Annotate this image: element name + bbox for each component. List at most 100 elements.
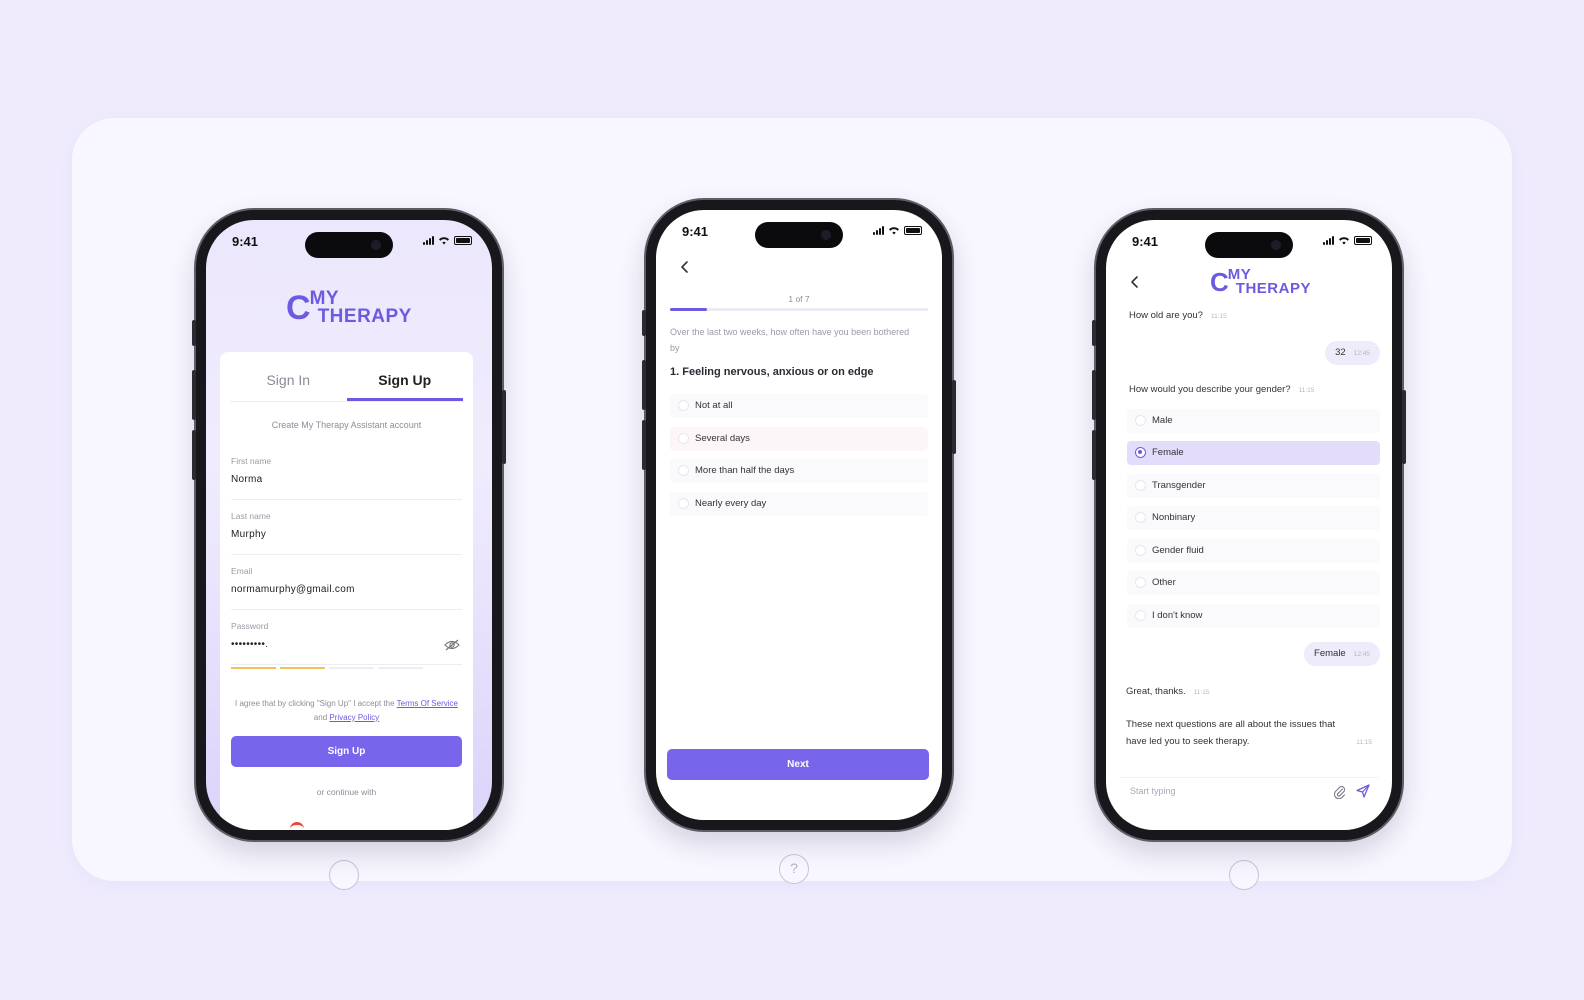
auth-tabs: Sign In Sign Up	[230, 360, 463, 402]
phone-questionnaire: 9:41 1 of 7 Over the last two weeks, how…	[642, 200, 956, 830]
radio-button[interactable]	[1135, 545, 1146, 556]
gender-option[interactable]: Male	[1127, 409, 1380, 433]
google-icon[interactable]	[290, 822, 304, 830]
last-name-value[interactable]: Murphy	[231, 529, 462, 540]
wifi-icon	[1339, 237, 1349, 245]
message-time: 11:15	[1356, 738, 1372, 746]
back-icon[interactable]	[678, 260, 692, 274]
wifi-icon	[439, 237, 449, 245]
first-name-value[interactable]: Norma	[231, 474, 462, 485]
gender-label: Gender fluid	[1152, 545, 1204, 556]
logo-mark: C	[286, 289, 311, 328]
gender-label: Female	[1152, 447, 1184, 458]
strength-segment-1	[231, 667, 276, 669]
send-icon[interactable]	[1356, 784, 1370, 798]
radio-button[interactable]	[1135, 415, 1146, 426]
progress-fill	[670, 308, 707, 311]
tab-sign-up[interactable]: Sign Up	[346, 360, 463, 401]
radio-button-selected[interactable]	[1135, 447, 1146, 458]
signal-icon	[1323, 236, 1334, 245]
bot-message-text: How would you describe your gender?	[1129, 384, 1291, 395]
gender-option[interactable]: Nonbinary	[1127, 506, 1380, 530]
radio-button[interactable]	[678, 433, 689, 444]
wifi-icon	[889, 227, 899, 235]
signup-form: Sign In Sign Up Create My Therapy Assist…	[220, 352, 473, 830]
question-title: 1. Feeling nervous, anxious or on edge	[670, 366, 874, 378]
eye-off-icon[interactable]	[444, 639, 460, 651]
battery-icon	[1354, 236, 1372, 245]
gender-label: Male	[1152, 415, 1173, 426]
answer-option[interactable]: More than half the days	[670, 459, 928, 483]
bot-message: These next questions are all about the i…	[1126, 717, 1372, 750]
terms-of-service-link[interactable]: Terms Of Service	[397, 699, 458, 708]
back-icon[interactable]	[1128, 275, 1142, 289]
bot-message: Great, thanks. 11:15	[1126, 686, 1209, 697]
privacy-policy-link[interactable]: Privacy Policy	[329, 713, 379, 722]
answer-option[interactable]: Several days	[670, 427, 928, 451]
dynamic-island	[1205, 232, 1293, 258]
phone-signup: 9:41 C MY THERAPY Sign In Sign Up Create…	[192, 210, 506, 840]
radio-button[interactable]	[1135, 480, 1146, 491]
progress-label: 1 of 7	[788, 294, 810, 304]
sign-up-button[interactable]: Sign Up	[231, 736, 462, 767]
user-message-text: 32	[1335, 347, 1346, 358]
gender-option[interactable]: Transgender	[1127, 474, 1380, 498]
gender-option[interactable]: Gender fluid	[1127, 539, 1380, 563]
radio-button[interactable]	[678, 400, 689, 411]
dynamic-island	[305, 232, 393, 258]
message-time: 12:45	[1353, 350, 1370, 357]
terms-and: and	[313, 712, 328, 722]
password-value[interactable]: •••••••••.	[231, 639, 462, 650]
tab-sign-in[interactable]: Sign In	[230, 360, 347, 401]
attachment-icon[interactable]	[1333, 784, 1346, 799]
or-continue-with: or continue with	[316, 787, 377, 797]
email-value[interactable]: normamurphy@gmail.com	[231, 584, 462, 595]
message-time: 11:15	[1193, 689, 1210, 696]
progress-bar	[670, 308, 928, 311]
battery-icon	[454, 236, 472, 245]
help-icon: ?	[779, 854, 809, 884]
answer-option[interactable]: Nearly every day	[670, 492, 928, 516]
bot-message-text: These next questions are all about the i…	[1126, 719, 1336, 747]
message-input[interactable]: Start typing	[1130, 786, 1176, 796]
password-field[interactable]: Password •••••••••.	[231, 621, 462, 665]
radio-button[interactable]	[1135, 512, 1146, 523]
app-logo: C MY THERAPY	[286, 289, 412, 328]
gender-label: Transgender	[1152, 480, 1206, 491]
bot-message-text: Great, thanks.	[1126, 686, 1186, 697]
gender-option[interactable]: I don't know	[1127, 604, 1380, 628]
email-field[interactable]: Email normamurphy@gmail.com	[231, 566, 462, 610]
first-name-field[interactable]: First name Norma	[231, 456, 462, 500]
message-time: 12:45	[1353, 651, 1370, 658]
dynamic-island	[755, 222, 843, 248]
user-message-text: Female	[1314, 648, 1346, 659]
gender-option[interactable]: Other	[1127, 571, 1380, 595]
terms-text: I agree that by clicking "Sign Up" I acc…	[234, 697, 459, 724]
first-name-label: First name	[231, 456, 272, 466]
signal-icon	[423, 236, 434, 245]
user-message: Female 12:45	[1304, 642, 1380, 666]
terms-prefix: I agree that by clicking "Sign Up" I acc…	[235, 699, 395, 708]
next-button[interactable]: Next	[667, 749, 929, 780]
questionnaire-screen: 9:41 1 of 7 Over the last two weeks, how…	[656, 210, 942, 820]
scroll-indicator-left	[329, 860, 359, 890]
gender-label: I don't know	[1152, 610, 1203, 621]
password-label: Password	[231, 621, 269, 631]
logo-line-2: THERAPY	[317, 306, 412, 328]
radio-button[interactable]	[678, 465, 689, 476]
radio-button[interactable]	[678, 498, 689, 509]
strength-segment-3	[329, 667, 374, 669]
message-time: 11:15	[1210, 313, 1227, 320]
answer-option[interactable]: Not at all	[670, 394, 928, 418]
app-logo: C MY THERAPY	[1210, 267, 1311, 298]
logo-mark: C	[1210, 267, 1229, 298]
question-intro: Over the last two weeks, how often have …	[670, 327, 910, 354]
gender-option-selected[interactable]: Female	[1127, 441, 1380, 465]
message-composer[interactable]: Start typing	[1120, 777, 1378, 801]
last-name-field[interactable]: Last name Murphy	[231, 511, 462, 555]
strength-segment-4	[378, 667, 423, 669]
radio-button[interactable]	[1135, 610, 1146, 621]
radio-button[interactable]	[1135, 577, 1146, 588]
status-time: 9:41	[1132, 234, 1159, 249]
phone-chat: 9:41 C MY THERAPY How old are you? 11:15 …	[1092, 210, 1406, 840]
